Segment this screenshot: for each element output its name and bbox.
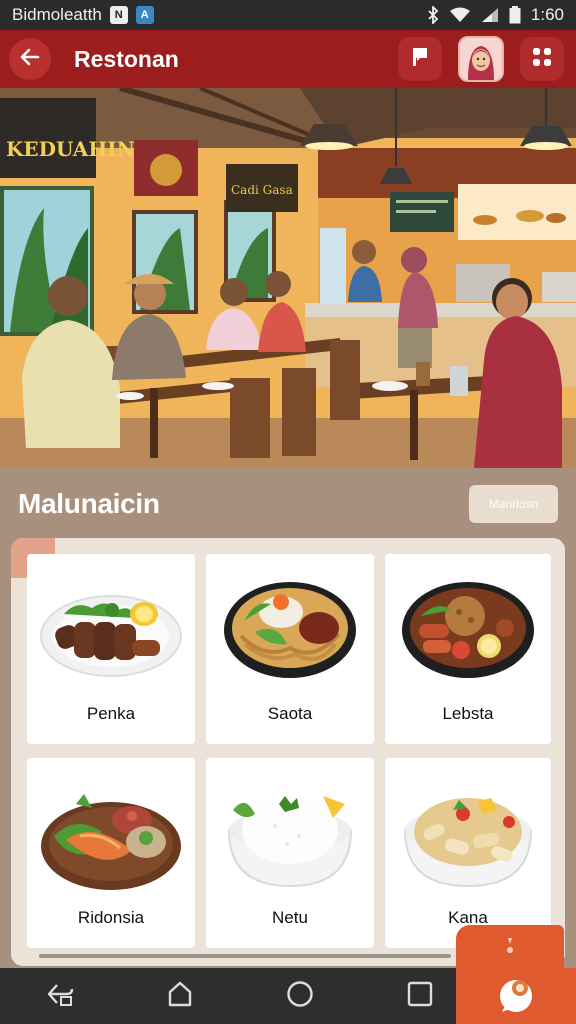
status-bar: Bidmoleatth N A 1:60 <box>0 0 576 30</box>
nav-back-button[interactable] <box>0 968 120 1024</box>
rice-bowl-icon <box>215 774 365 899</box>
avatar[interactable] <box>458 36 504 82</box>
circle-icon <box>286 980 314 1013</box>
menu-card[interactable]: Kana <box>385 758 551 948</box>
flag-icon <box>409 46 431 73</box>
section-title: Malunaicin <box>18 488 160 519</box>
menu-item-label: Ridonsia <box>77 908 145 927</box>
meatball-bowl-icon <box>393 570 543 695</box>
back-button[interactable] <box>9 38 51 80</box>
restaurant-hero-image: KEDUAHIN Cadi Gasa <box>0 88 576 468</box>
grilled-meat-icon <box>36 570 186 695</box>
menu-card[interactable]: Netu <box>206 758 374 948</box>
notification-icon: N <box>109 6 128 24</box>
bookmark-button[interactable] <box>398 37 442 81</box>
restaurant-sign-text: KEDUAHIN <box>6 137 135 161</box>
horizontal-scrollbar[interactable] <box>39 954 451 958</box>
square-icon <box>407 981 433 1012</box>
app-bar: Restonan <box>0 30 576 88</box>
view-all-button[interactable]: Manrlosn <box>469 485 558 523</box>
app-notification-icon: A <box>135 6 154 24</box>
signal-icon <box>481 7 499 23</box>
menu-card[interactable]: Penka <box>27 554 195 744</box>
menu-item-label: Penka <box>86 704 136 723</box>
status-time: 1:60 <box>530 5 564 24</box>
arrow-left-icon <box>18 45 42 74</box>
status-app-name: Bidmoleatth <box>12 5 102 24</box>
pasta-bowl-icon <box>393 774 543 899</box>
menu-button[interactable] <box>520 37 564 81</box>
menu-card[interactable]: Saota <box>206 554 374 744</box>
page-title: Restonan <box>74 45 179 72</box>
nav-circle-button[interactable] <box>240 968 360 1024</box>
chat-bubble-icon <box>496 974 536 1019</box>
menu-item-label: Netu <box>272 908 308 927</box>
return-icon <box>45 981 75 1012</box>
fish-platter-icon <box>36 774 186 899</box>
bluetooth-icon <box>427 6 439 24</box>
menu-item-label: Lebsta <box>442 704 494 723</box>
menu-item-label: Saota <box>267 704 313 723</box>
wall-poster-text: Cadi Gasa <box>231 183 293 197</box>
floating-action-button[interactable] <box>456 925 564 971</box>
battery-icon <box>509 6 521 24</box>
menu-section: Malunaicin Manrlosn Penka Saota Lebsta R… <box>0 468 576 968</box>
home-icon <box>167 981 193 1012</box>
sparkle-icon <box>502 936 518 961</box>
nav-home-button[interactable] <box>120 968 240 1024</box>
noodle-bowl-icon <box>215 570 365 695</box>
menu-panel: Penka Saota Lebsta Ridonsia Netu Kana <box>11 538 565 966</box>
grid-menu-icon <box>530 45 554 74</box>
assistant-button[interactable] <box>456 968 576 1024</box>
system-nav-bar <box>0 968 576 1024</box>
menu-grid: Penka Saota Lebsta Ridonsia Netu Kana <box>27 554 553 950</box>
menu-card[interactable]: Ridonsia <box>27 758 195 948</box>
menu-card[interactable]: Lebsta <box>385 554 551 744</box>
wifi-icon <box>449 7 471 23</box>
